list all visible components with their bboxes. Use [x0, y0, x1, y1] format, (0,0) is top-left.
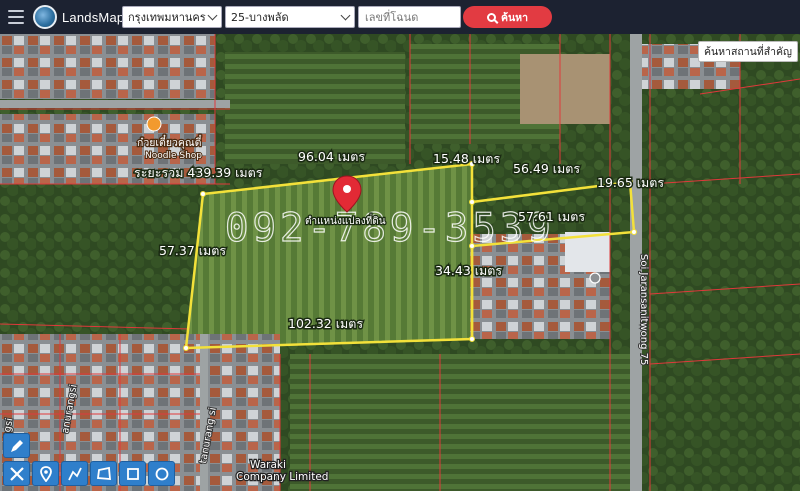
road-label-right: Soi Jaransanitwong 75: [638, 254, 649, 365]
noodle-shop-subtitle: Noodle Shop: [145, 151, 202, 161]
right-short-edge-label: 19.65 เมตร: [597, 175, 664, 190]
pin-caption: ตำแหน่งแปลงที่ดิน: [305, 213, 386, 227]
bare-soil: [520, 54, 610, 124]
logo-icon: [33, 5, 57, 29]
search-button-label: ค้นหา: [500, 11, 529, 24]
company-label-line1: Waraki: [250, 459, 286, 471]
top-navbar: LandsMaps กรุงเทพมหานคร 25-บางพลัด ค้นหา: [0, 0, 800, 34]
map-tools: [0, 432, 180, 491]
circle-icon[interactable]: [148, 461, 175, 486]
noodle-shop-name: ก๋วยเตี๋ยวคุณตี๋: [137, 134, 202, 149]
satellite-map[interactable]: 092-789-3539 ระยะรวม 439.39 เมตร 96.04 เ…: [0, 34, 800, 491]
chevron-down-icon: [340, 10, 351, 21]
top-edge-label: 96.04 เมตร: [298, 149, 365, 164]
orchard-bottom: [290, 354, 635, 491]
map-canvas: 092-789-3539 ระยะรวม 439.39 เมตร 96.04 เ…: [0, 34, 800, 491]
chevron-down-icon: [207, 10, 218, 21]
brand-name: LandsMaps: [62, 9, 132, 25]
left-edge-label: 57.37 เมตร: [159, 243, 226, 258]
district-select-value: 25-บางพลัด: [231, 11, 289, 24]
company-label-line2: Company Limited: [236, 471, 328, 483]
phone-watermark: 092-789-3539: [225, 206, 555, 251]
total-perimeter-label: ระยะรวม 439.39 เมตร: [134, 165, 263, 180]
top-edge-2-label: 15.48 เมตร: [433, 151, 500, 166]
search-icon: [486, 12, 496, 22]
search-button[interactable]: ค้นหา: [463, 6, 552, 28]
district-select[interactable]: 25-บางพลัด: [225, 6, 355, 28]
road-top-left: [0, 100, 230, 108]
right-top-edge-label: 56.49 เมตร: [513, 161, 580, 176]
bottom-edge-label: 102.32 เมตร: [288, 316, 363, 331]
inner-edge-label: 34.43 เมตร: [435, 263, 502, 278]
draw-tool-icon[interactable]: [3, 433, 30, 458]
polygon-icon[interactable]: [90, 461, 117, 486]
houses-top-left: [0, 34, 215, 99]
menu-icon[interactable]: [8, 10, 24, 24]
province-select[interactable]: กรุงเทพมหานคร: [122, 6, 222, 28]
landmark-search-button[interactable]: ค้นหาสถานที่สำคัญ: [697, 41, 798, 62]
square-icon[interactable]: [119, 461, 146, 486]
orchard-top: [225, 52, 405, 164]
polyline-icon[interactable]: [61, 461, 88, 486]
right-mid-edge-label: 57.61 เมตร: [518, 209, 585, 224]
deed-number-input[interactable]: [358, 6, 461, 28]
place-pin-icon[interactable]: [589, 272, 601, 284]
marker-icon[interactable]: [32, 461, 59, 486]
measure-icon[interactable]: [3, 461, 30, 486]
province-select-value: กรุงเทพมหานคร: [128, 11, 206, 24]
